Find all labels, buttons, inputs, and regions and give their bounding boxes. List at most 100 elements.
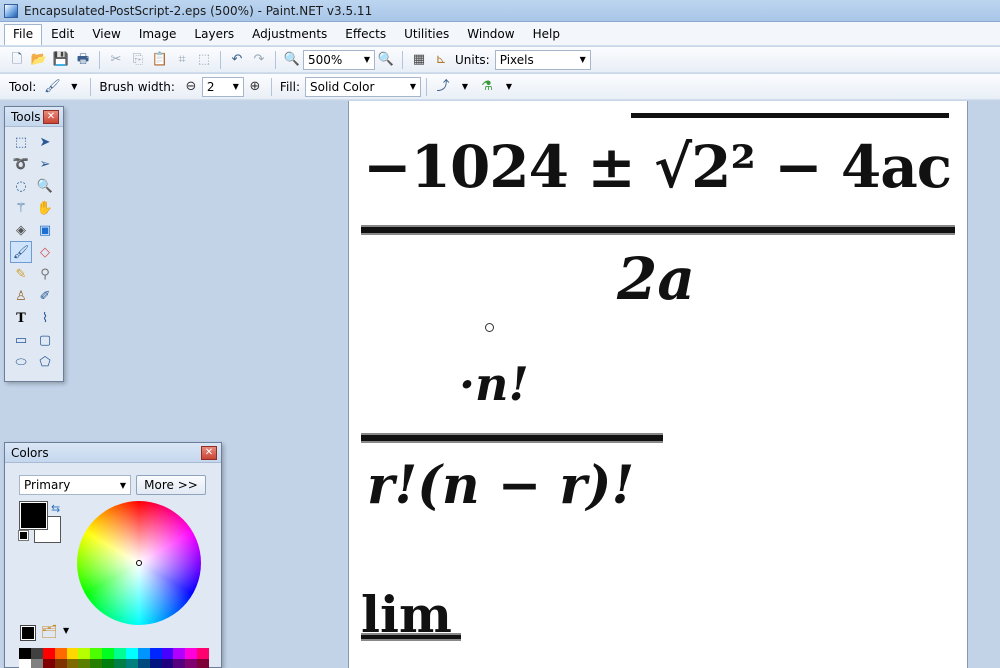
add-to-palette-icon[interactable] bbox=[20, 625, 36, 641]
palette-swatch[interactable] bbox=[161, 648, 174, 659]
palette-swatch[interactable] bbox=[90, 658, 103, 668]
zoom-in-icon[interactable]: 🔍 bbox=[376, 50, 396, 70]
palette-swatch[interactable] bbox=[42, 648, 55, 659]
menu-file[interactable]: File bbox=[4, 24, 43, 45]
line-curve-icon[interactable]: ⌇ bbox=[34, 307, 56, 329]
reset-colors-icon[interactable] bbox=[18, 530, 29, 541]
palette-swatch[interactable] bbox=[125, 658, 138, 668]
save-icon[interactable]: 💾 bbox=[51, 50, 71, 70]
paintbrush-tool-icon[interactable]: 🖌 bbox=[10, 241, 32, 263]
palette-swatch[interactable] bbox=[197, 648, 209, 659]
clone-stamp-icon[interactable]: ♙ bbox=[10, 285, 32, 307]
text-icon[interactable]: T bbox=[10, 307, 32, 329]
color-mode-select[interactable]: Primary ▼ bbox=[19, 475, 131, 495]
menu-layers[interactable]: Layers bbox=[185, 24, 243, 44]
palette-swatch[interactable] bbox=[90, 648, 103, 659]
palette-swatch[interactable] bbox=[102, 658, 114, 668]
palette-swatch[interactable] bbox=[125, 648, 138, 659]
decrease-width-icon[interactable]: ⊖ bbox=[181, 77, 201, 97]
palette-swatch[interactable] bbox=[185, 658, 198, 668]
menu-adjustments[interactable]: Adjustments bbox=[243, 24, 336, 44]
brush-width-select[interactable]: 2 ▼ bbox=[201, 76, 244, 97]
tools-window[interactable]: Tools ✕ ⬚ ➤ ➰ ➢ ◌ 🔍 ⚚ ✋ ◈ ▣ 🖌 ◇ ✎ ⚲ ♙ ✐ … bbox=[4, 106, 64, 382]
palette-swatch[interactable] bbox=[149, 658, 162, 668]
palette-swatch[interactable] bbox=[30, 658, 43, 668]
deselect-icon[interactable]: ⬚ bbox=[194, 50, 214, 70]
palette-swatch[interactable] bbox=[161, 658, 174, 668]
palette-swatch[interactable] bbox=[185, 648, 198, 659]
chevron-down-icon[interactable]: ▼ bbox=[63, 626, 69, 635]
increase-width-icon[interactable]: ⊕ bbox=[245, 77, 265, 97]
pan-hand-icon[interactable]: ✋ bbox=[34, 197, 56, 219]
eraser-icon[interactable]: ◇ bbox=[34, 241, 56, 263]
rectangle-icon[interactable]: ▭ bbox=[10, 329, 32, 351]
palette-swatch[interactable] bbox=[173, 648, 186, 659]
units-select[interactable]: Pixels ▼ bbox=[494, 49, 591, 70]
palette-swatch[interactable] bbox=[78, 648, 91, 659]
paste-icon[interactable]: 📋 bbox=[150, 50, 170, 70]
open-folder-icon[interactable]: 📂 bbox=[29, 50, 49, 70]
close-icon[interactable]: ✕ bbox=[201, 445, 217, 460]
zoom-icon[interactable]: 🔍 bbox=[34, 175, 56, 197]
lasso-select-icon[interactable]: ➰ bbox=[10, 153, 32, 175]
palette-swatch[interactable] bbox=[78, 658, 91, 668]
pencil-icon[interactable]: ✎ bbox=[10, 263, 32, 285]
cut-icon[interactable]: ✂ bbox=[106, 50, 126, 70]
chevron-down-icon[interactable]: ▼ bbox=[455, 77, 475, 97]
zoom-out-icon[interactable]: 🔍 bbox=[282, 50, 302, 70]
palette-swatch[interactable] bbox=[149, 648, 162, 659]
colors-window[interactable]: Colors ✕ Primary ▼ More >> ⇆ 🗂 ▼ bbox=[4, 442, 222, 668]
chevron-down-icon[interactable]: ▼ bbox=[499, 77, 519, 97]
menu-help[interactable]: Help bbox=[524, 24, 569, 44]
menu-edit[interactable]: Edit bbox=[42, 24, 83, 44]
zoom-select[interactable]: 500% ▼ bbox=[303, 49, 375, 70]
color-picker-icon[interactable]: ⚲ bbox=[34, 263, 56, 285]
palette-swatch[interactable] bbox=[102, 648, 114, 659]
palette-swatch[interactable] bbox=[66, 648, 79, 659]
palette-swatch[interactable] bbox=[114, 648, 126, 659]
more-colors-button[interactable]: More >> bbox=[136, 475, 206, 495]
palette-swatch[interactable] bbox=[19, 648, 31, 659]
fill-select[interactable]: Solid Color ▼ bbox=[305, 76, 421, 97]
palette-swatch[interactable] bbox=[137, 648, 150, 659]
tools-title-bar[interactable]: Tools ✕ bbox=[5, 107, 63, 127]
freeform-shape-icon[interactable]: ⬠ bbox=[34, 351, 56, 373]
palette-swatch[interactable] bbox=[66, 658, 79, 668]
menu-utilities[interactable]: Utilities bbox=[395, 24, 458, 44]
antialiasing-icon[interactable]: ⤴ bbox=[433, 77, 453, 97]
rectangle-select-icon[interactable]: ⬚ bbox=[10, 131, 32, 153]
swap-colors-icon[interactable]: ⇆ bbox=[51, 502, 60, 515]
move-selected-icon[interactable]: ➤ bbox=[34, 131, 56, 153]
palette-swatch[interactable] bbox=[19, 658, 31, 668]
paintbrush-icon[interactable]: 🖌 bbox=[42, 77, 62, 97]
grid-icon[interactable]: ▦ bbox=[409, 50, 429, 70]
color-wheel-selector[interactable] bbox=[136, 560, 142, 566]
print-icon[interactable]: 🖶 bbox=[73, 50, 93, 70]
redo-icon[interactable]: ↷ bbox=[249, 50, 269, 70]
gradient-icon[interactable]: ▣ bbox=[34, 219, 56, 241]
palette-swatch[interactable] bbox=[54, 648, 67, 659]
primary-color-swatch[interactable] bbox=[19, 501, 48, 530]
blend-mode-icon[interactable]: ⚗ bbox=[477, 77, 497, 97]
ellipse-select-icon[interactable]: ◌ bbox=[10, 175, 32, 197]
palette-swatch[interactable] bbox=[137, 658, 150, 668]
palette-swatch[interactable] bbox=[30, 648, 43, 659]
palette-swatch[interactable] bbox=[54, 658, 67, 668]
palette-swatch[interactable] bbox=[173, 658, 186, 668]
crop-icon[interactable]: ⌗ bbox=[172, 50, 192, 70]
palette-menu-icon[interactable]: 🗂 bbox=[41, 625, 58, 640]
palette-swatch[interactable] bbox=[42, 658, 55, 668]
new-file-icon[interactable]: 🗋 bbox=[7, 50, 27, 70]
undo-icon[interactable]: ↶ bbox=[227, 50, 247, 70]
ellipse-icon[interactable]: ⬭ bbox=[10, 351, 32, 373]
palette-swatch[interactable] bbox=[114, 658, 126, 668]
image-canvas[interactable]: −1024 ± √2² − 4ac 2a ·n! r!(n − r)! lim bbox=[348, 101, 968, 668]
menu-effects[interactable]: Effects bbox=[336, 24, 395, 44]
colors-title-bar[interactable]: Colors ✕ bbox=[5, 443, 221, 463]
chevron-down-icon[interactable]: ▼ bbox=[64, 77, 84, 97]
palette-swatch[interactable] bbox=[197, 658, 209, 668]
rounded-rectangle-icon[interactable]: ▢ bbox=[34, 329, 56, 351]
menu-image[interactable]: Image bbox=[130, 24, 186, 44]
ruler-icon[interactable]: ⊾ bbox=[431, 50, 451, 70]
menu-view[interactable]: View bbox=[83, 24, 129, 44]
